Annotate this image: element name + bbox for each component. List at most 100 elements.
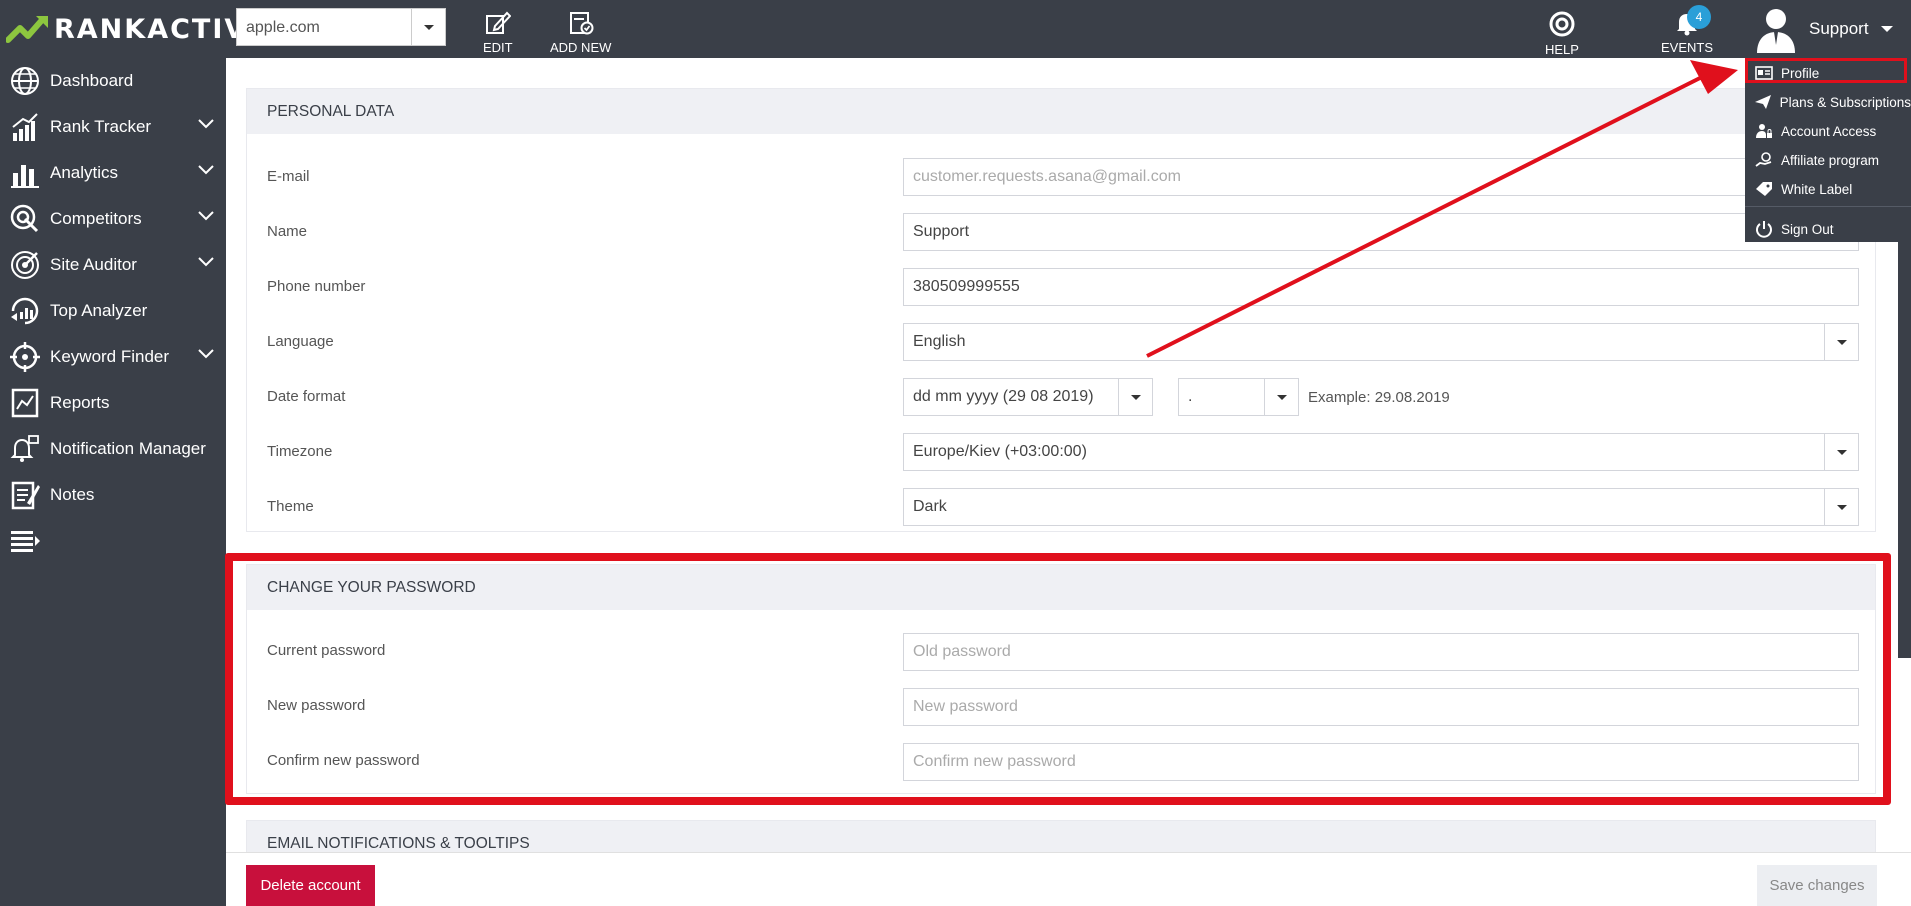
sidebar-item-rank-tracker[interactable]: Rank Tracker bbox=[0, 104, 226, 150]
timezone-label: Timezone bbox=[267, 443, 333, 460]
sidebar-item-dashboard[interactable]: Dashboard bbox=[0, 58, 226, 104]
sidebar-item-top-analyzer[interactable]: Top Analyzer bbox=[0, 288, 226, 334]
theme-dropdown-arrow[interactable] bbox=[1824, 489, 1858, 525]
edit-label: EDIT bbox=[483, 40, 513, 55]
date-separator-value: . bbox=[1188, 388, 1193, 405]
menu-item-label: Affiliate program bbox=[1781, 152, 1880, 168]
chevron-down-icon bbox=[1836, 340, 1847, 345]
timezone-dropdown-arrow[interactable] bbox=[1824, 434, 1858, 470]
menu-divider bbox=[1745, 206, 1911, 207]
sidebar-collapse-toggle[interactable] bbox=[0, 518, 226, 564]
phone-label: Phone number bbox=[267, 278, 366, 295]
chevron-down-icon[interactable] bbox=[198, 165, 214, 175]
lifebuoy-icon bbox=[1549, 11, 1575, 37]
email-label: E-mail bbox=[267, 168, 310, 185]
user-avatar-icon bbox=[1757, 9, 1795, 53]
tag-icon bbox=[1756, 182, 1772, 196]
add-new-button[interactable]: ADD NEW bbox=[550, 10, 611, 55]
menu-item-label: White Label bbox=[1781, 181, 1853, 197]
report-icon bbox=[11, 388, 39, 418]
notes-icon bbox=[11, 481, 40, 510]
help-button[interactable]: HELP bbox=[1545, 10, 1579, 57]
menu-item-white-label[interactable]: White Label bbox=[1745, 175, 1911, 203]
chevron-down-icon[interactable] bbox=[198, 257, 214, 267]
radar-icon bbox=[11, 251, 39, 279]
bar-chart-icon bbox=[11, 165, 39, 188]
top-bar: RANKACTIVE apple.com EDIT ADD NEW HELP 4… bbox=[0, 0, 1911, 58]
globe-icon bbox=[11, 67, 39, 95]
date-format-dropdown-arrow[interactable] bbox=[1118, 379, 1152, 415]
chevron-down-icon bbox=[423, 25, 434, 30]
bottom-action-bar bbox=[226, 852, 1911, 906]
personal-data-section: PERSONAL DATA E-mail customer.requests.a… bbox=[246, 88, 1876, 532]
password-highlight-box bbox=[225, 553, 1891, 805]
sidebar-item-reports[interactable]: Reports bbox=[0, 380, 226, 426]
menu-item-affiliate-program[interactable]: Affiliate program bbox=[1745, 146, 1911, 174]
analyzer-icon bbox=[11, 297, 39, 325]
language-label: Language bbox=[267, 333, 334, 350]
chevron-down-icon bbox=[1836, 450, 1847, 455]
user-dropdown-menu: Profile Plans & Subscriptions Account Ac… bbox=[1745, 58, 1911, 242]
domain-dropdown-arrow[interactable] bbox=[411, 9, 445, 45]
events-label: EVENTS bbox=[1661, 40, 1714, 55]
date-format-value: dd mm yyyy (29 08 2019) bbox=[913, 388, 1094, 405]
sidebar-item-label: Competitors bbox=[50, 209, 142, 228]
date-format-select[interactable]: dd mm yyyy (29 08 2019) bbox=[903, 378, 1153, 416]
timezone-select[interactable]: Europe/Kiev (+03:00:00) bbox=[903, 433, 1859, 471]
save-changes-button[interactable]: Save changes bbox=[1757, 865, 1877, 906]
chevron-down-icon[interactable] bbox=[198, 349, 214, 359]
delete-account-button[interactable]: Delete account bbox=[246, 865, 375, 906]
menu-item-sign-out[interactable]: Sign Out bbox=[1745, 215, 1911, 243]
target-icon bbox=[10, 204, 39, 233]
domain-select[interactable]: apple.com bbox=[236, 8, 446, 46]
sidebar-item-label: Site Auditor bbox=[50, 255, 137, 274]
sidebar-item-notification-manager[interactable]: Notification Manager bbox=[0, 426, 226, 472]
date-format-label: Date format bbox=[267, 388, 346, 405]
sidebar-item-notes[interactable]: Notes bbox=[0, 472, 226, 518]
user-lock-icon bbox=[1756, 124, 1772, 138]
chevron-down-icon bbox=[1880, 26, 1893, 32]
theme-select[interactable]: Dark bbox=[903, 488, 1859, 526]
bell-icon bbox=[10, 435, 39, 462]
menu-item-plans-subscriptions[interactable]: Plans & Subscriptions bbox=[1745, 88, 1911, 116]
rankactive-logo[interactable]: RANKACTIVE bbox=[6, 10, 268, 48]
domain-value: apple.com bbox=[246, 19, 320, 36]
email-field[interactable]: customer.requests.asana@gmail.com bbox=[903, 158, 1859, 196]
edit-button[interactable]: EDIT bbox=[483, 10, 513, 55]
sidebar-item-label: Notes bbox=[50, 485, 95, 504]
sidebar-item-label: Dashboard bbox=[50, 71, 134, 90]
crosshair-icon bbox=[10, 342, 40, 372]
hand-coin-icon bbox=[1755, 152, 1772, 167]
chevron-down-icon[interactable] bbox=[198, 211, 214, 221]
rank-chart-icon bbox=[12, 113, 38, 141]
sidebar-item-label: Top Analyzer bbox=[50, 301, 148, 320]
add-new-icon bbox=[569, 12, 594, 35]
sidebar-item-label: Analytics bbox=[50, 163, 119, 182]
sidebar-item-keyword-finder[interactable]: Keyword Finder bbox=[0, 334, 226, 380]
date-separator-select[interactable]: . bbox=[1178, 378, 1299, 416]
paper-plane-icon bbox=[1755, 95, 1772, 109]
sidebar-item-label: Notification Manager bbox=[50, 439, 206, 458]
sidebar-item-competitors[interactable]: Competitors bbox=[0, 196, 226, 242]
menu-item-label: Sign Out bbox=[1781, 221, 1834, 237]
menu-item-account-access[interactable]: Account Access bbox=[1745, 117, 1911, 145]
sidebar-item-site-auditor[interactable]: Site Auditor bbox=[0, 242, 226, 288]
language-value: English bbox=[913, 333, 966, 350]
language-dropdown-arrow[interactable] bbox=[1824, 324, 1858, 360]
phone-field[interactable]: 380509999555 bbox=[903, 268, 1859, 306]
events-count-badge: 4 bbox=[1687, 5, 1711, 29]
name-field[interactable]: Support bbox=[903, 213, 1859, 251]
events-button[interactable]: 4 EVENTS bbox=[1661, 5, 1714, 55]
theme-value: Dark bbox=[913, 498, 947, 515]
chevron-down-icon[interactable] bbox=[198, 119, 214, 129]
help-label: HELP bbox=[1545, 42, 1579, 57]
edit-icon bbox=[485, 11, 511, 34]
date-separator-dropdown-arrow[interactable] bbox=[1264, 379, 1298, 415]
language-select[interactable]: English bbox=[903, 323, 1859, 361]
sidebar-item-analytics[interactable]: Analytics bbox=[0, 150, 226, 196]
chevron-down-icon bbox=[1130, 395, 1141, 400]
user-menu-toggle[interactable]: Support bbox=[1755, 2, 1893, 56]
name-label: Name bbox=[267, 223, 308, 240]
power-icon bbox=[1756, 221, 1772, 238]
section-title: PERSONAL DATA bbox=[247, 89, 1875, 134]
